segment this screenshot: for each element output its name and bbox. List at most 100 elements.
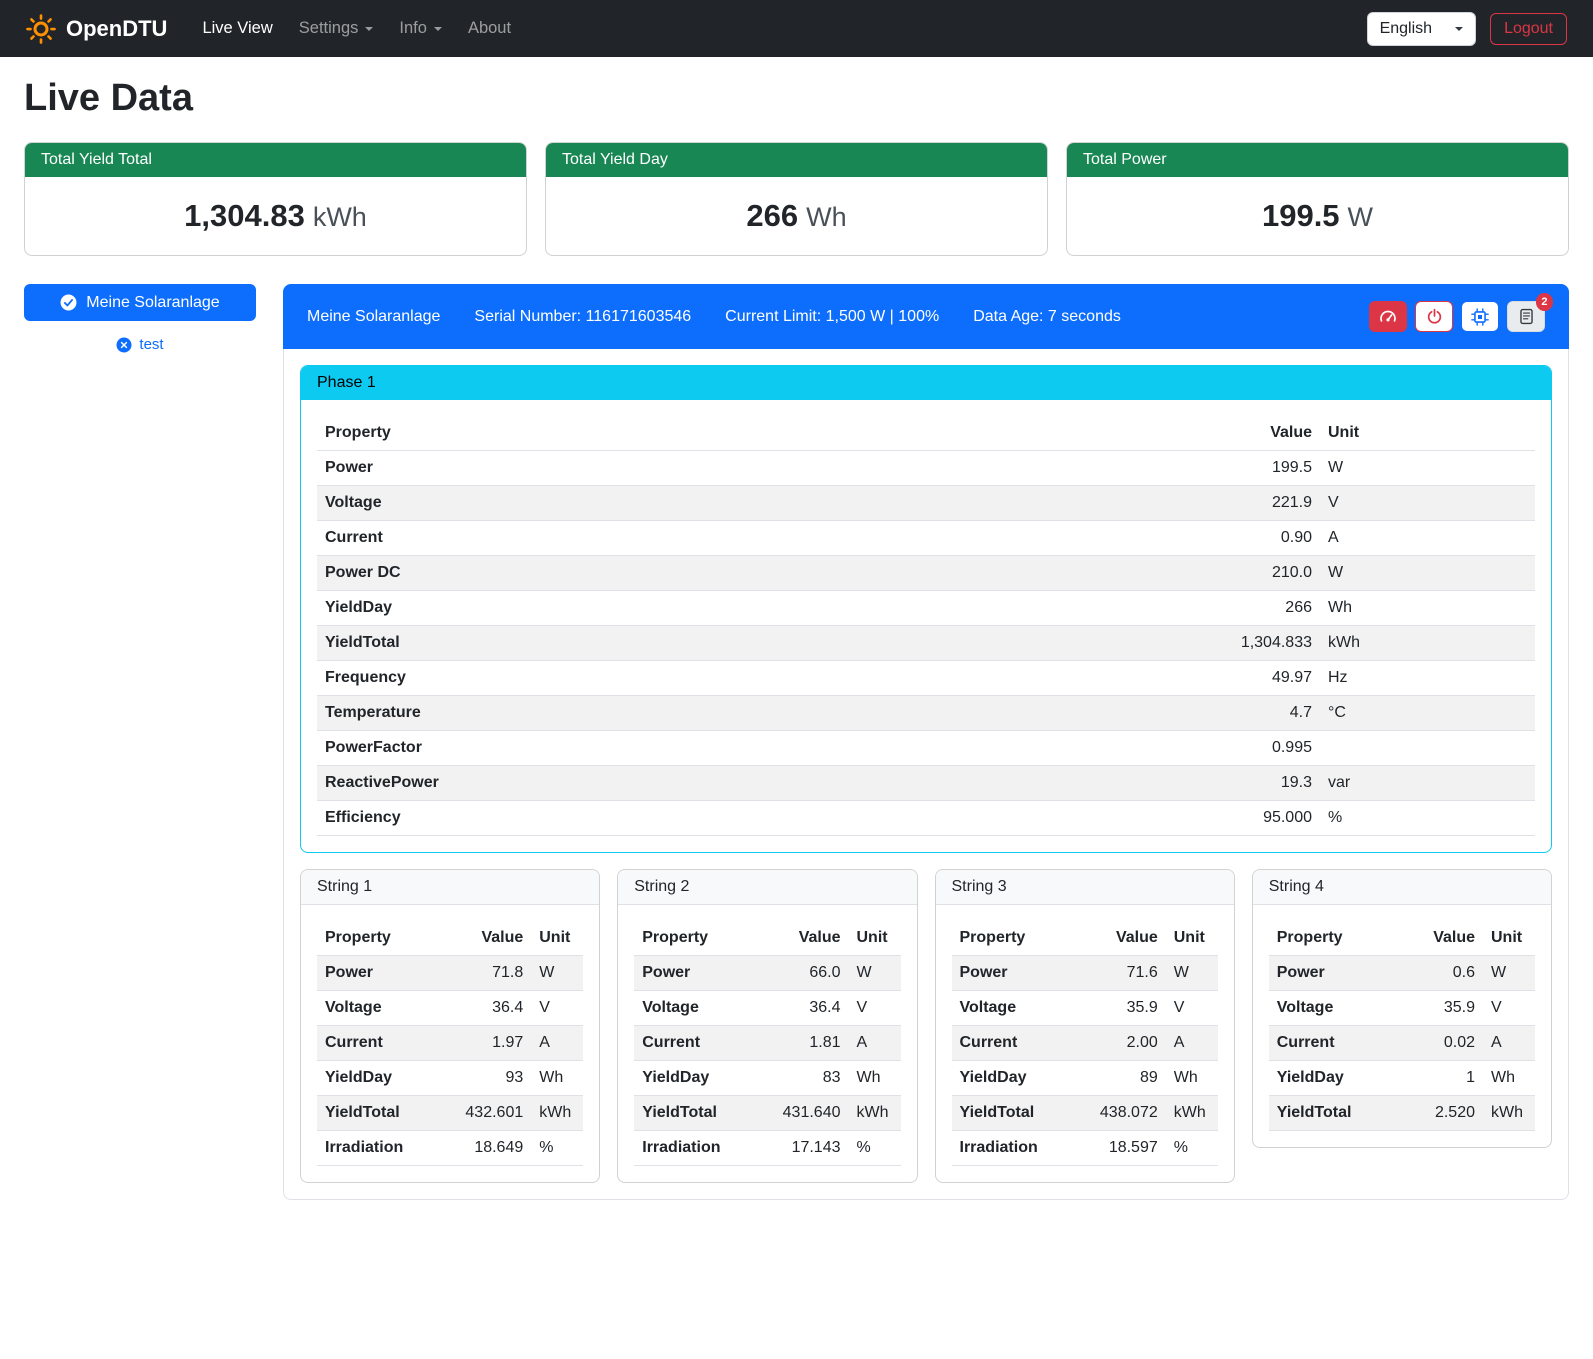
string-card-title: String 4	[1253, 870, 1551, 905]
property-cell: Current	[634, 1026, 754, 1061]
card-body: 1,304.83kWh	[25, 177, 526, 255]
power-button[interactable]	[1415, 301, 1453, 332]
card-total-power: Total Power 199.5W	[1066, 142, 1569, 256]
value-cell: 221.9	[917, 486, 1320, 521]
card-total-yield-total: Total Yield Total 1,304.83kWh	[24, 142, 527, 256]
property-cell: YieldTotal	[634, 1096, 754, 1131]
value-cell: 438.072	[1072, 1096, 1166, 1131]
data-age: Data Age: 7 seconds	[973, 308, 1121, 326]
property-cell: YieldDay	[317, 591, 917, 626]
unit-cell: %	[849, 1131, 901, 1166]
phase-table-body: Power 199.5 W Voltage 221.9 V	[317, 451, 1535, 836]
unit-cell: V	[1166, 991, 1218, 1026]
property-cell: Power	[317, 956, 437, 991]
value-cell: 2.520	[1400, 1096, 1483, 1131]
unit-cell: V	[1483, 991, 1535, 1026]
card-unit: Wh	[806, 202, 847, 232]
table-row: YieldTotal 431.640 kWh	[634, 1096, 900, 1131]
unit-cell: W	[531, 956, 583, 991]
phase-table: Property Value Unit Power	[317, 416, 1535, 836]
unit-cell: V	[531, 991, 583, 1026]
device-info-button[interactable]	[1461, 301, 1499, 332]
table-row: Voltage 36.4 V	[634, 991, 900, 1026]
col-unit: Unit	[849, 921, 901, 956]
table-row: Power 199.5 W	[317, 451, 1535, 486]
property-cell: Voltage	[634, 991, 754, 1026]
property-cell: Current	[317, 1026, 437, 1061]
property-cell: Voltage	[317, 486, 917, 521]
value-cell: 83	[754, 1061, 848, 1096]
page-container: Live Data Total Yield Total 1,304.83kWh …	[0, 57, 1593, 1226]
nav-info[interactable]: Info	[386, 11, 455, 46]
string-table: Property Value Unit Power	[317, 921, 583, 1166]
value-cell: 71.6	[1072, 956, 1166, 991]
property-cell: Frequency	[317, 661, 917, 696]
language-value: English	[1380, 20, 1432, 38]
property-cell: Power	[317, 451, 917, 486]
value-cell: 95.000	[917, 801, 1320, 836]
string-card-title: String 1	[301, 870, 599, 905]
value-cell: 36.4	[437, 991, 531, 1026]
table-header-row: Property Value Unit	[317, 921, 583, 956]
value-cell: 35.9	[1400, 991, 1483, 1026]
table-row: YieldTotal 1,304.833 kWh	[317, 626, 1535, 661]
nav-settings-label: Settings	[299, 19, 359, 38]
unit-cell: Hz	[1320, 661, 1535, 696]
table-row: Current 1.97 A	[317, 1026, 583, 1061]
property-cell: ReactivePower	[317, 766, 917, 801]
table-row: Power 66.0 W	[634, 956, 900, 991]
value-cell: 199.5	[917, 451, 1320, 486]
string-table-body: Power 0.6 W Voltage 35.9 V	[1269, 956, 1535, 1131]
unit-cell: V	[1320, 486, 1535, 521]
brand[interactable]: OpenDTU	[26, 14, 167, 44]
unit-cell: A	[1320, 521, 1535, 556]
current-limit: Current Limit: 1,500 W | 100%	[725, 308, 939, 326]
property-cell: YieldTotal	[952, 1096, 1072, 1131]
event-log-button[interactable]: 2	[1507, 301, 1545, 332]
table-row: Power DC 210.0 W	[317, 556, 1535, 591]
logout-button[interactable]: Logout	[1490, 13, 1567, 45]
language-select[interactable]: English	[1367, 12, 1476, 46]
value-cell: 432.601	[437, 1096, 531, 1131]
inverter-select-button[interactable]: Meine Solaranlage	[24, 284, 256, 321]
nav-about[interactable]: About	[455, 11, 524, 46]
nav-settings[interactable]: Settings	[286, 11, 387, 46]
table-row: Power 71.8 W	[317, 956, 583, 991]
col-value: Value	[1400, 921, 1483, 956]
limit-settings-button[interactable]	[1369, 301, 1407, 332]
phase-card-title: Phase 1	[301, 366, 1551, 400]
property-cell: YieldDay	[1269, 1061, 1400, 1096]
table-row: YieldDay 93 Wh	[317, 1061, 583, 1096]
table-row: Voltage 36.4 V	[317, 991, 583, 1026]
inverter-sidebar: Meine Solaranlage test	[24, 284, 256, 353]
unit-cell: W	[1320, 556, 1535, 591]
property-cell: Current	[952, 1026, 1072, 1061]
unit-cell: kWh	[1483, 1096, 1535, 1131]
inverter-item-test[interactable]: test	[24, 336, 256, 353]
string-table: Property Value Unit Power	[1269, 921, 1535, 1131]
property-cell: Temperature	[317, 696, 917, 731]
property-cell: Voltage	[952, 991, 1072, 1026]
card-body: 266Wh	[546, 177, 1047, 255]
unit-cell: Wh	[1320, 591, 1535, 626]
unit-cell: var	[1320, 766, 1535, 801]
unit-cell: W	[1320, 451, 1535, 486]
unit-cell: W	[1483, 956, 1535, 991]
table-row: YieldTotal 2.520 kWh	[1269, 1096, 1535, 1131]
value-cell: 1,304.833	[917, 626, 1320, 661]
serial-number: Serial Number: 116171603546	[474, 308, 691, 326]
col-unit: Unit	[531, 921, 583, 956]
value-cell: 1.97	[437, 1026, 531, 1061]
strings-row: String 1 Property Value Unit	[300, 869, 1552, 1183]
unit-cell: W	[1166, 956, 1218, 991]
table-row: Irradiation 18.597 %	[952, 1131, 1218, 1166]
table-row: Efficiency 95.000 %	[317, 801, 1535, 836]
inverter-name: Meine Solaranlage	[307, 308, 440, 326]
unit-cell: Wh	[1166, 1061, 1218, 1096]
nav-live-view[interactable]: Live View	[189, 11, 285, 46]
card-unit: kWh	[313, 202, 367, 232]
value-cell: 266	[917, 591, 1320, 626]
col-value: Value	[754, 921, 848, 956]
string-table: Property Value Unit Power	[952, 921, 1218, 1166]
value-cell: 18.597	[1072, 1131, 1166, 1166]
